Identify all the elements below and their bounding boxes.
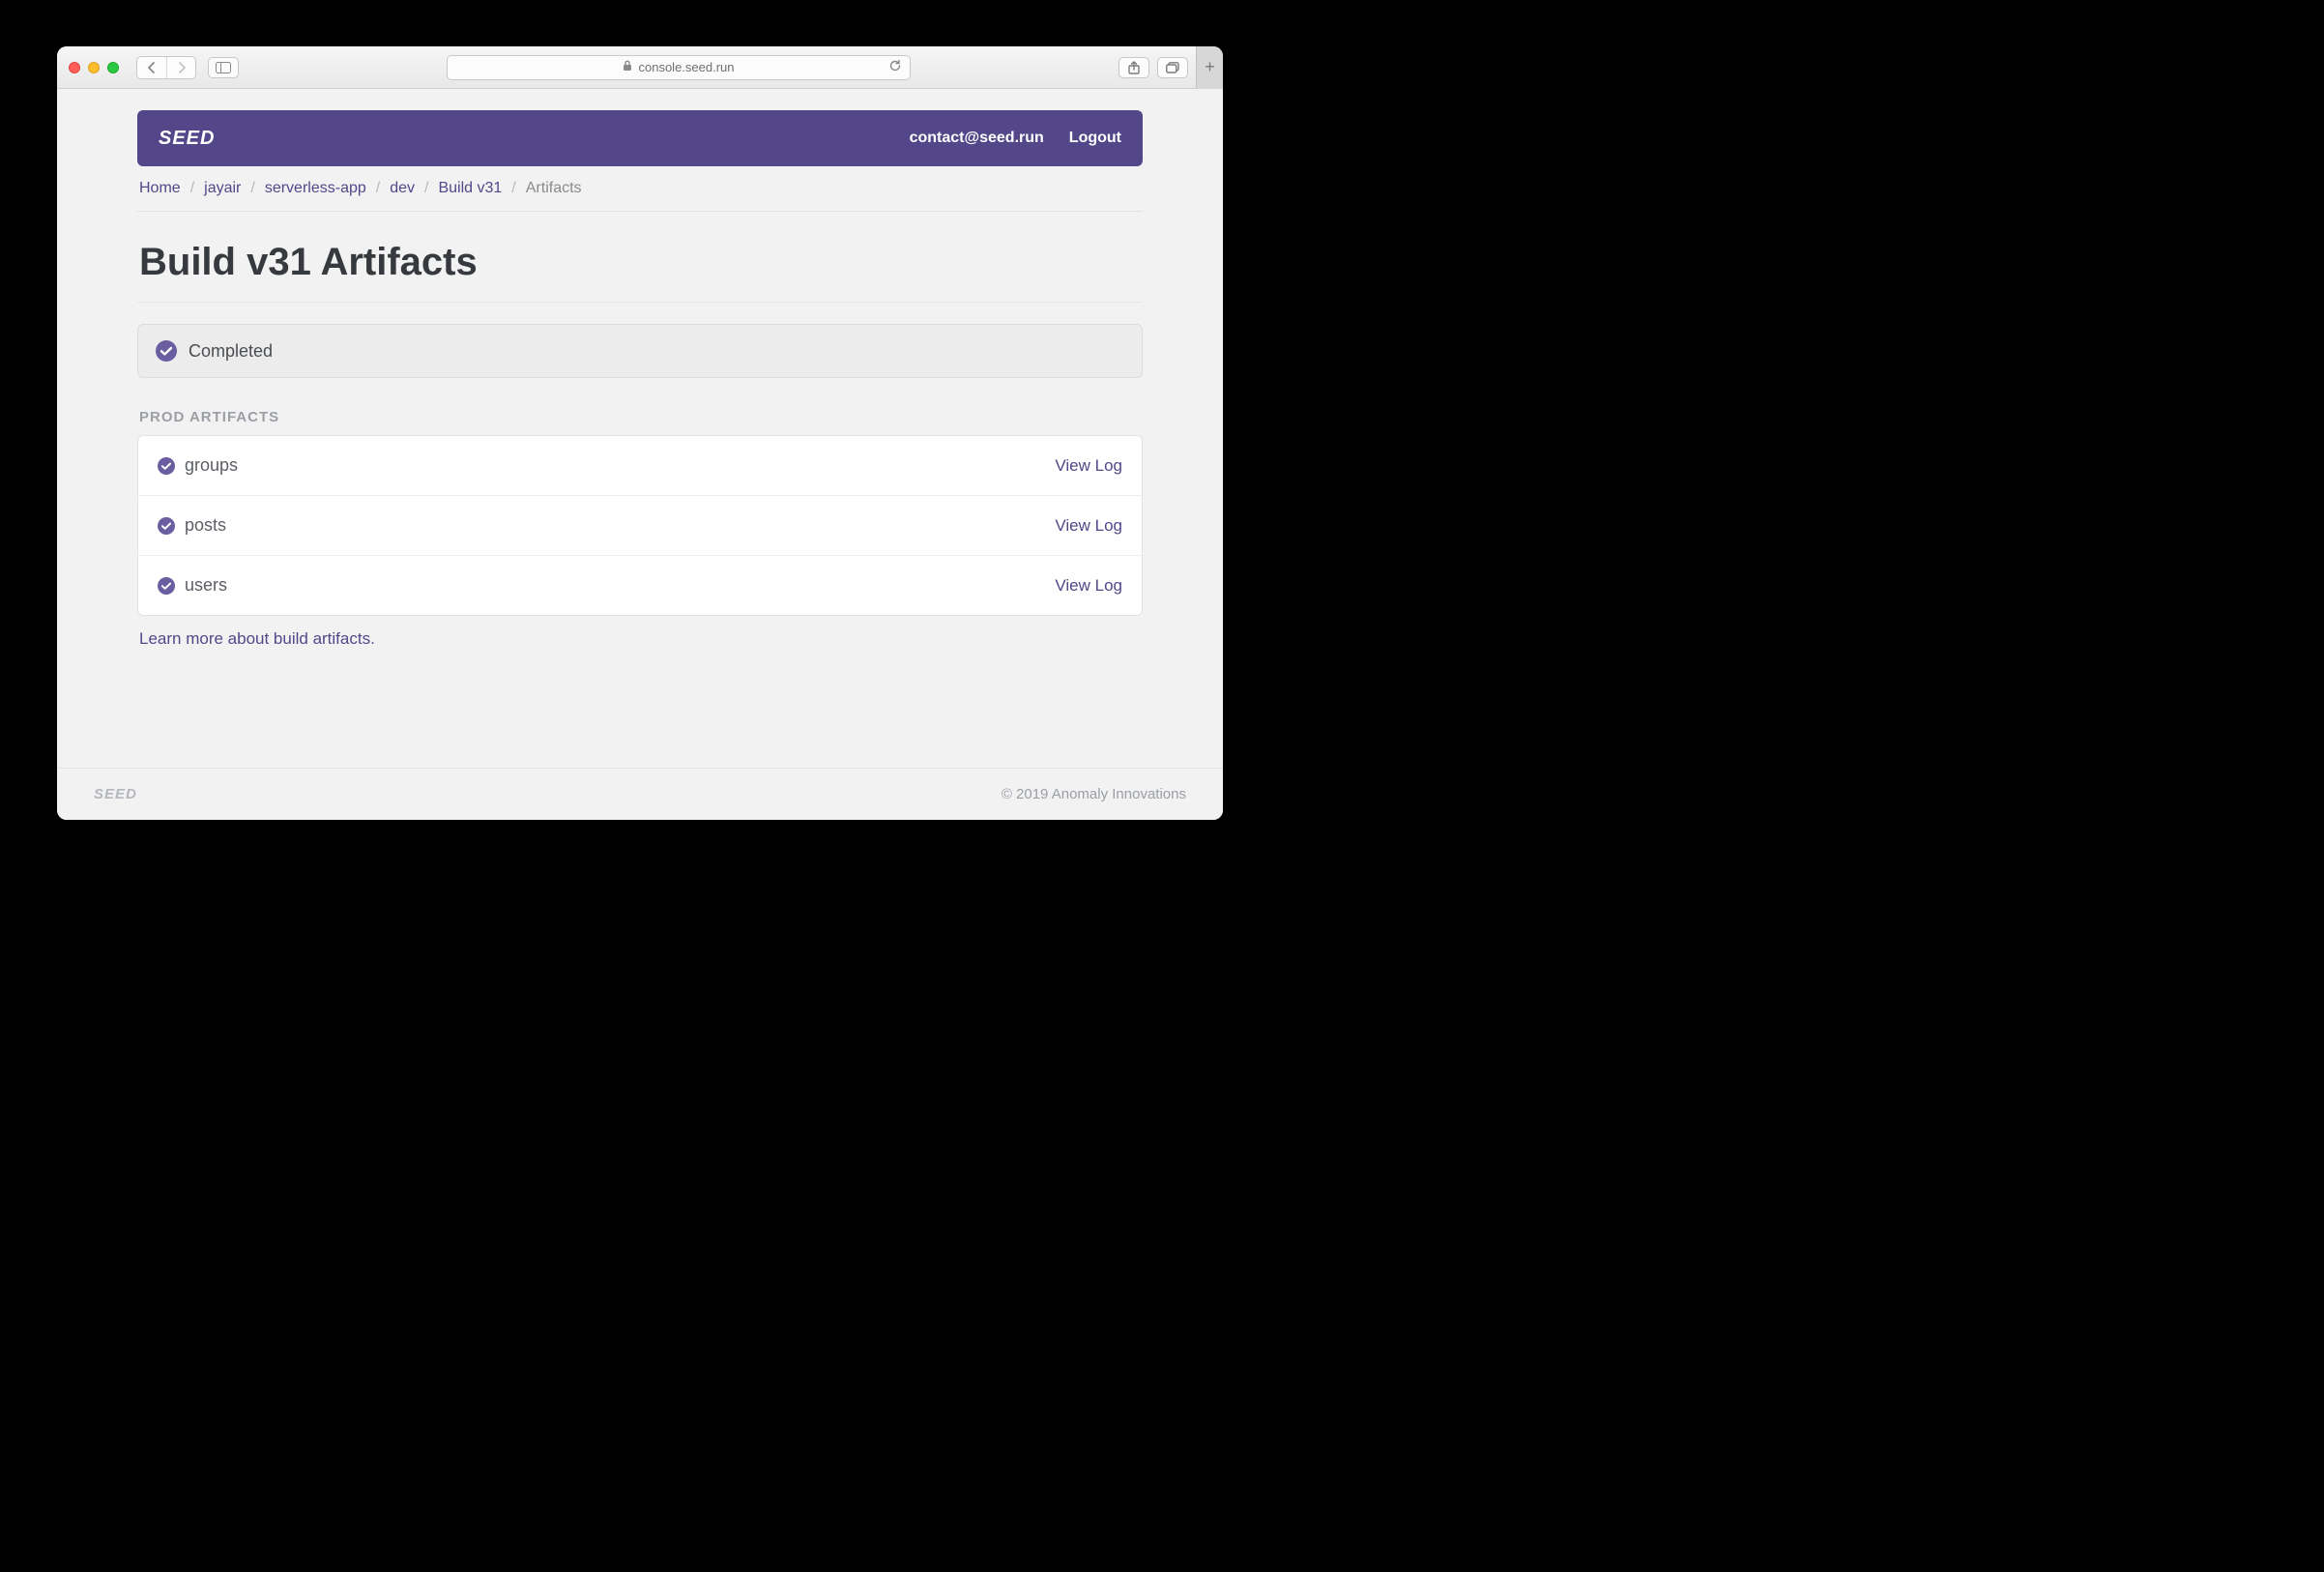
footer-brand[interactable]: SEED — [94, 786, 137, 802]
browser-chrome: console.seed.run + — [57, 46, 1223, 89]
status-text: Completed — [189, 341, 273, 362]
page-title: Build v31 Artifacts — [137, 212, 1143, 303]
view-log-link[interactable]: View Log — [1055, 516, 1122, 536]
breadcrumb: Home / jayair / serverless-app / dev / B… — [137, 166, 1143, 212]
window-close-button[interactable] — [69, 62, 80, 73]
tabs-button[interactable] — [1157, 57, 1188, 78]
breadcrumb-build[interactable]: Build v31 — [438, 180, 502, 197]
window-minimize-button[interactable] — [88, 62, 100, 73]
contact-link[interactable]: contact@seed.run — [910, 130, 1044, 147]
check-circle-icon — [156, 340, 177, 362]
check-circle-icon — [158, 577, 175, 595]
nav-back-forward — [136, 56, 196, 79]
breadcrumb-app[interactable]: serverless-app — [265, 180, 366, 197]
artifact-row: posts View Log — [138, 495, 1142, 555]
breadcrumb-separator-icon: / — [376, 180, 380, 197]
url-bar[interactable]: console.seed.run — [447, 55, 911, 80]
nav-forward-button[interactable] — [166, 57, 195, 78]
breadcrumb-home[interactable]: Home — [139, 180, 181, 197]
sidebar-toggle-button[interactable] — [208, 57, 239, 78]
new-tab-button[interactable]: + — [1196, 46, 1223, 89]
reload-icon[interactable] — [888, 59, 902, 75]
section-label: PROD ARTIFACTS — [137, 409, 1143, 435]
view-log-link[interactable]: View Log — [1055, 576, 1122, 596]
nav-back-button[interactable] — [137, 57, 166, 78]
logout-link[interactable]: Logout — [1069, 130, 1121, 147]
share-button[interactable] — [1118, 57, 1149, 78]
learn-more-link[interactable]: Learn more about build artifacts. — [137, 629, 377, 649]
artifact-name: groups — [185, 455, 238, 476]
topbar-right: contact@seed.run Logout — [910, 130, 1121, 147]
breadcrumb-stage[interactable]: dev — [390, 180, 415, 197]
brand-logo[interactable]: SEED — [159, 128, 215, 150]
breadcrumb-separator-icon: / — [424, 180, 428, 197]
artifact-name: users — [185, 575, 227, 596]
breadcrumb-separator-icon: / — [511, 180, 515, 197]
footer: SEED © 2019 Anomaly Innovations — [57, 768, 1223, 820]
breadcrumb-separator-icon: / — [190, 180, 194, 197]
breadcrumb-user[interactable]: jayair — [204, 180, 241, 197]
view-log-link[interactable]: View Log — [1055, 456, 1122, 476]
browser-window: console.seed.run + SEED contact@seed.run… — [57, 46, 1223, 820]
page-inner: SEED contact@seed.run Logout Home / jaya… — [137, 89, 1143, 727]
status-card: Completed — [137, 324, 1143, 378]
traffic-lights — [69, 62, 119, 73]
breadcrumb-current: Artifacts — [526, 180, 582, 197]
lock-icon — [623, 60, 632, 74]
artifact-left: groups — [158, 455, 238, 476]
artifact-name: posts — [185, 515, 226, 536]
breadcrumb-separator-icon: / — [250, 180, 254, 197]
artifact-row: users View Log — [138, 555, 1142, 615]
window-maximize-button[interactable] — [107, 62, 119, 73]
chrome-right-controls: + — [1118, 46, 1211, 89]
check-circle-icon — [158, 457, 175, 475]
check-circle-icon — [158, 517, 175, 535]
artifact-left: users — [158, 575, 227, 596]
artifact-list: groups View Log posts View Log — [137, 435, 1143, 616]
page: SEED contact@seed.run Logout Home / jaya… — [57, 89, 1223, 820]
artifact-row: groups View Log — [138, 436, 1142, 495]
artifact-left: posts — [158, 515, 226, 536]
footer-copyright: © 2019 Anomaly Innovations — [1002, 786, 1186, 802]
topbar: SEED contact@seed.run Logout — [137, 110, 1143, 166]
url-text: console.seed.run — [638, 60, 734, 74]
footer-inner: SEED © 2019 Anomaly Innovations — [84, 786, 1196, 802]
